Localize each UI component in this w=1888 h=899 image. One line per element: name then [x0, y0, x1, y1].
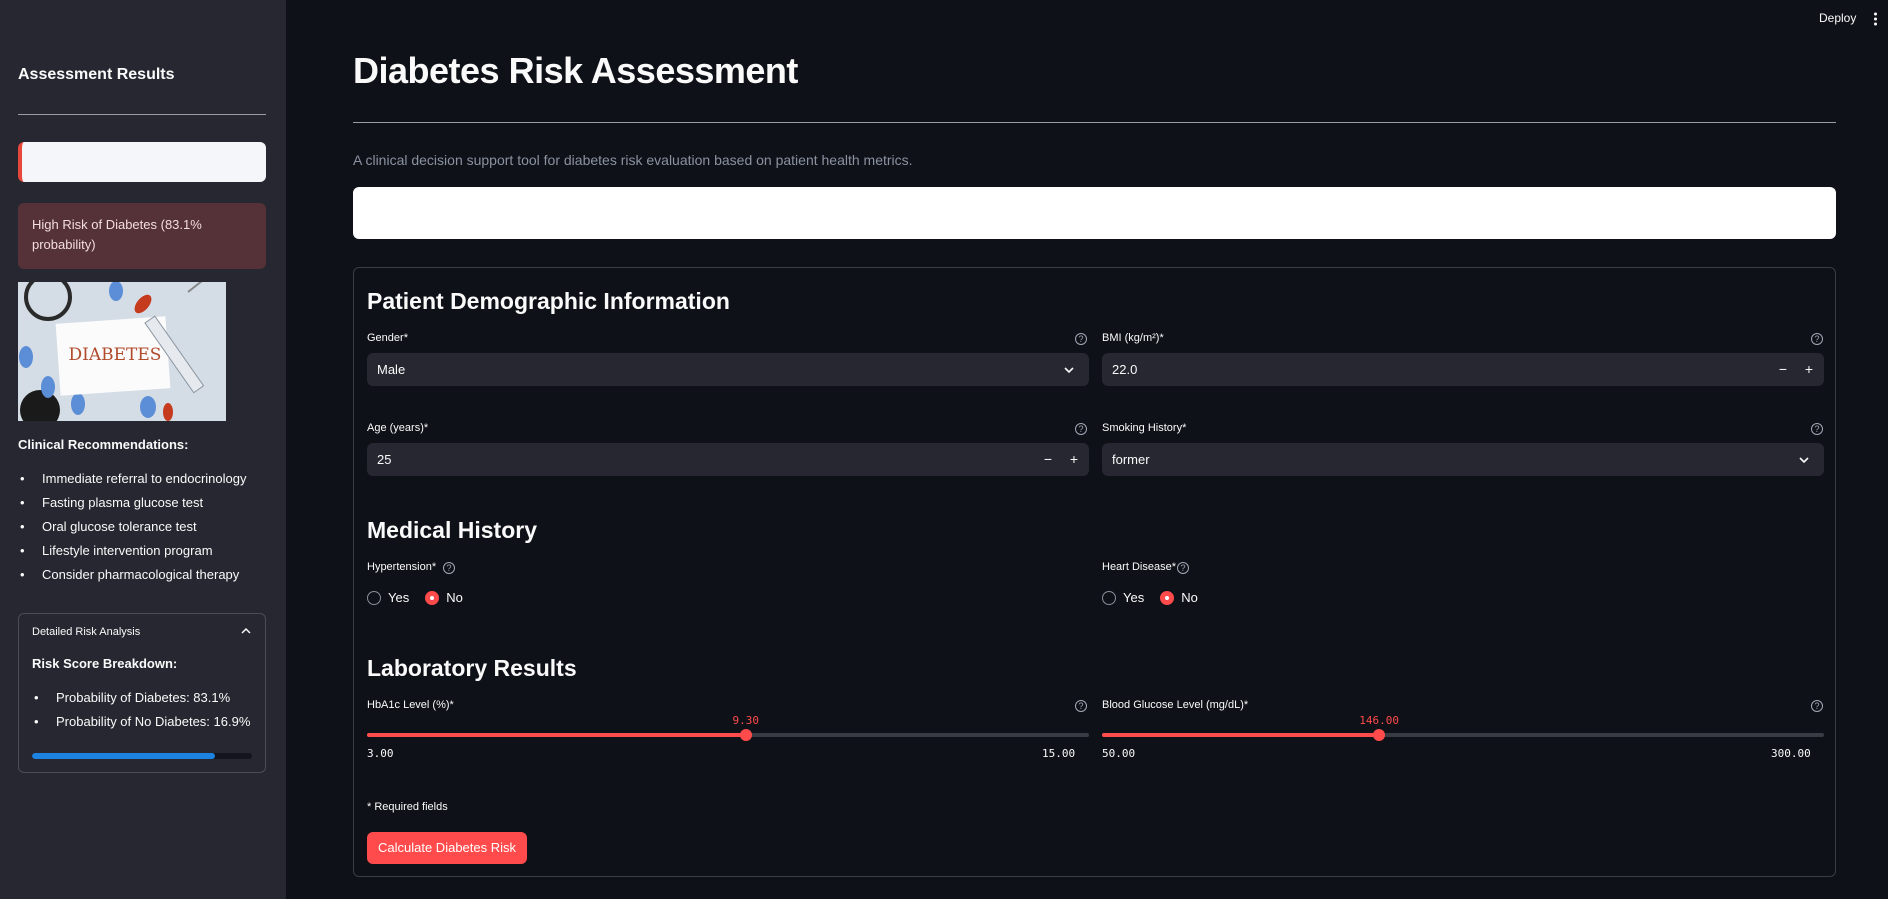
age-input[interactable]: 25 − +: [367, 443, 1089, 476]
glucose-min: 50.00: [1102, 747, 1136, 760]
gender-value: Male: [377, 362, 406, 377]
sidebar-title: Assessment Results: [18, 66, 175, 83]
info-banner: [353, 187, 1836, 239]
age-decrement-button[interactable]: −: [1037, 449, 1059, 469]
help-icon[interactable]: ?: [1075, 333, 1087, 345]
title-divider: [353, 122, 1836, 123]
hba1c-value: 9.30: [732, 714, 760, 727]
heart-disease-yes-option[interactable]: Yes: [1102, 590, 1144, 605]
sidebar: Assessment Results High Risk of Diabetes…: [0, 0, 286, 899]
slider-thumb[interactable]: [740, 729, 753, 741]
section-lab: Laboratory Results: [367, 655, 577, 681]
chevron-down-icon: [1799, 457, 1809, 464]
chevron-down-icon: [1064, 367, 1074, 374]
help-icon[interactable]: ?: [1811, 423, 1823, 435]
list-item: Probability of Diabetes: 83.1%: [32, 689, 250, 713]
list-item: Lifestyle intervention program: [18, 542, 247, 566]
glucose-value: 146.00: [1359, 714, 1399, 727]
help-icon[interactable]: ?: [1177, 562, 1189, 574]
hypertension-label: Hypertension*: [367, 561, 437, 573]
hba1c-slider[interactable]: [367, 729, 1089, 741]
heart-disease-radio-group: Yes No: [1102, 590, 1214, 605]
calculate-risk-button[interactable]: Calculate Diabetes Risk: [367, 832, 528, 864]
risk-progress-fill: [32, 753, 215, 759]
radio-label: Yes: [1123, 590, 1145, 605]
sidebar-status-box: [18, 142, 266, 182]
smoking-label: Smoking History*: [1102, 422, 1187, 434]
gender-select[interactable]: Male: [367, 353, 1089, 386]
chevron-up-icon[interactable]: [241, 626, 251, 636]
smoking-value: former: [1112, 452, 1150, 467]
recommendations-list: Immediate referral to endocrinology Fast…: [18, 470, 247, 590]
image-caption: DIABETES: [69, 345, 162, 365]
risk-breakdown-list: Probability of Diabetes: 83.1% Probabili…: [32, 689, 250, 737]
radio-button[interactable]: [1160, 590, 1175, 605]
deploy-button[interactable]: Deploy: [1819, 11, 1856, 25]
bmi-label: BMI (kg/m²)*: [1102, 332, 1164, 344]
glucose-max: 300.00: [1771, 747, 1811, 760]
heart-disease-label: Heart Disease*: [1102, 561, 1176, 573]
page-title: Diabetes Risk Assessment: [353, 50, 798, 91]
help-icon[interactable]: ?: [443, 562, 455, 574]
age-label: Age (years)*: [367, 422, 429, 434]
recommendations-title: Clinical Recommendations:: [18, 437, 189, 452]
bmi-increment-button[interactable]: +: [1798, 359, 1820, 379]
hba1c-min: 3.00: [367, 747, 394, 760]
list-item: Probability of No Diabetes: 16.9%: [32, 713, 250, 737]
page-description: A clinical decision support tool for dia…: [353, 152, 913, 168]
required-fields-note: * Required fields: [367, 801, 448, 813]
hypertension-radio-group: Yes No: [367, 590, 479, 605]
list-item: Oral glucose tolerance test: [18, 518, 247, 542]
hypertension-no-option[interactable]: No: [425, 590, 463, 605]
slider-fill: [367, 733, 747, 737]
slider-fill: [1102, 733, 1380, 737]
heart-disease-no-option[interactable]: No: [1160, 590, 1198, 605]
slider-thumb[interactable]: [1373, 729, 1386, 741]
radio-button[interactable]: [367, 590, 381, 605]
list-item: Immediate referral to endocrinology: [18, 470, 247, 494]
list-item: Consider pharmacological therapy: [18, 566, 247, 590]
assessment-form: Patient Demographic Information Gender* …: [353, 267, 1836, 877]
radio-button[interactable]: [1102, 590, 1116, 605]
hba1c-max: 15.00: [1042, 747, 1076, 760]
bmi-value[interactable]: 22.0: [1112, 362, 1137, 377]
help-icon[interactable]: ?: [1075, 700, 1087, 712]
risk-analysis-expander[interactable]: Detailed Risk Analysis Risk Score Breakd…: [18, 613, 266, 773]
risk-alert: High Risk of Diabetes (83.1% probability…: [18, 203, 266, 269]
age-value[interactable]: 25: [377, 452, 391, 467]
bmi-input[interactable]: 22.0 − +: [1102, 353, 1824, 386]
more-options-icon[interactable]: [1874, 12, 1877, 26]
section-demographic: Patient Demographic Information: [367, 288, 730, 314]
help-icon[interactable]: ?: [1075, 423, 1087, 435]
smoking-select[interactable]: former: [1102, 443, 1824, 476]
radio-label: Yes: [388, 590, 410, 605]
expander-subtitle: Risk Score Breakdown:: [32, 656, 178, 671]
help-icon[interactable]: ?: [1811, 700, 1823, 712]
help-icon[interactable]: ?: [1811, 333, 1823, 345]
hba1c-label: HbA1c Level (%)*: [367, 699, 454, 711]
diabetes-image: DIABETES: [18, 282, 226, 421]
gender-label: Gender*: [367, 332, 408, 344]
list-item: Fasting plasma glucose test: [18, 494, 247, 518]
expander-title[interactable]: Detailed Risk Analysis: [32, 626, 140, 638]
risk-progress-bar: [32, 753, 252, 759]
section-medical: Medical History: [367, 517, 537, 543]
glucose-slider[interactable]: [1102, 729, 1824, 741]
glucose-label: Blood Glucose Level (mg/dL)*: [1102, 699, 1249, 711]
bmi-decrement-button[interactable]: −: [1772, 359, 1794, 379]
sidebar-divider: [18, 114, 266, 115]
hypertension-yes-option[interactable]: Yes: [367, 590, 409, 605]
radio-button[interactable]: [425, 590, 440, 605]
radio-label: No: [446, 590, 463, 605]
age-increment-button[interactable]: +: [1063, 449, 1085, 469]
radio-label: No: [1181, 590, 1198, 605]
